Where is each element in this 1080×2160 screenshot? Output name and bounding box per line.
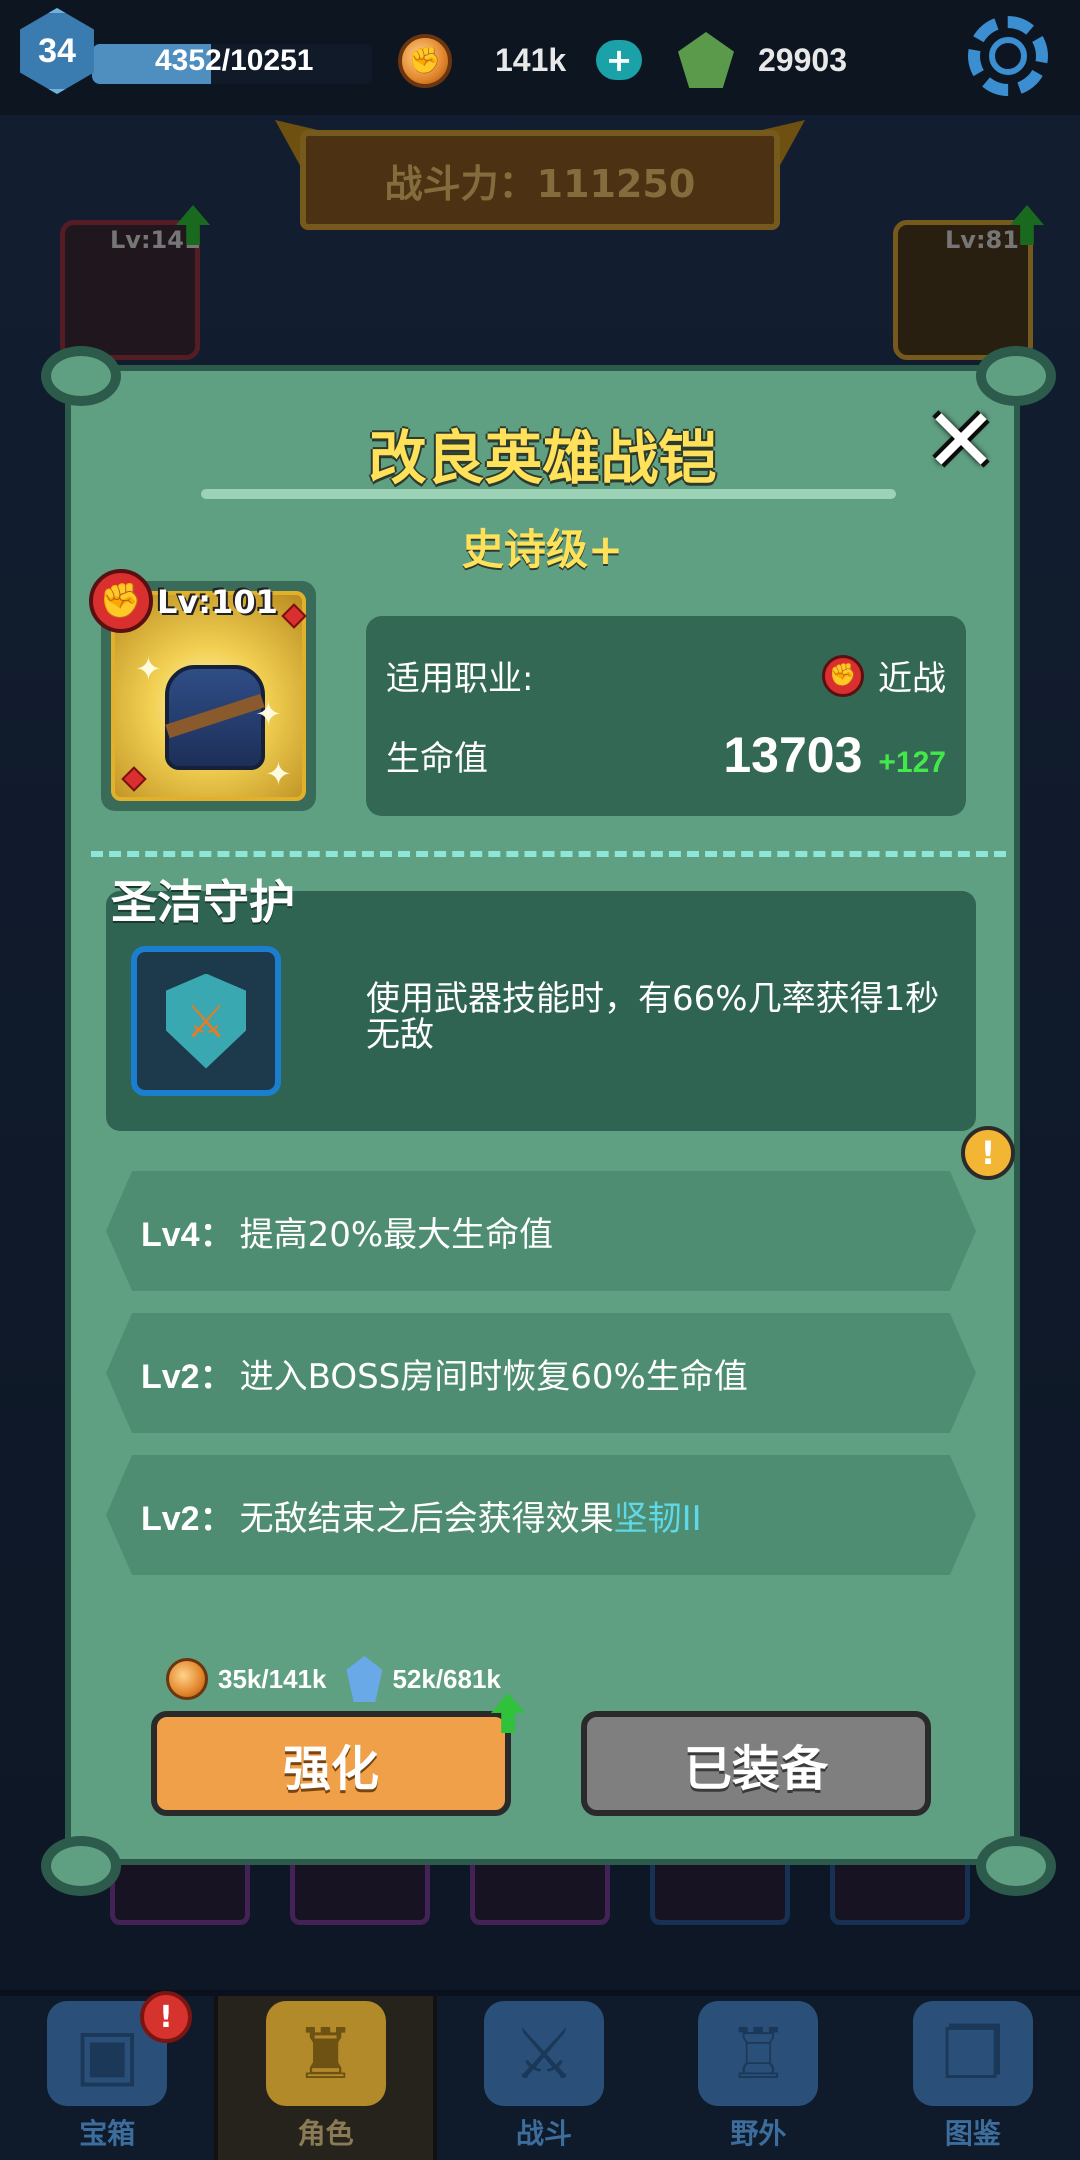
class-row: 适用职业: ✊ 近战 (386, 651, 946, 700)
item-title: 改良英雄战铠 (368, 424, 717, 492)
title-underline-decoration (201, 489, 896, 499)
perk-row: Lv2： 无敌结束之后会获得效果 坚韧II (106, 1455, 976, 1575)
xp-text: 4352/10251 (155, 44, 314, 77)
frame-curl-decoration (41, 1836, 121, 1896)
gem-icon (678, 32, 734, 88)
corner-gem-icon (281, 603, 307, 629)
item-stats-panel: 适用职业: ✊ 近战 生命值 13703 +127 (366, 616, 966, 816)
section-divider (91, 851, 1006, 857)
perk-level: Lv2： (141, 1357, 234, 1396)
alert-icon[interactable]: ! (961, 1126, 1015, 1180)
gem-cost: 52k/681k (346, 1656, 501, 1702)
crossed-swords-shield-icon: ⚔ (166, 973, 246, 1069)
crystal-icon (346, 1656, 383, 1702)
frame-curl-decoration (976, 1836, 1056, 1896)
crossed-swords-icon: ⚔ (484, 2001, 605, 2106)
castle-icon: ♖ (698, 2001, 819, 2106)
nav-label: 图鉴 (944, 2117, 1001, 2150)
nav-label: 野外 (730, 2117, 787, 2150)
sparkle-icon: ✦ (265, 755, 292, 793)
item-rarity: 史诗级+ (461, 525, 624, 574)
coin-icon (166, 1658, 208, 1700)
bottom-nav: ▣ 宝箱 ! ♜ 角色 ⚔ 战斗 ♖ 野外 ❐ 图鉴 (0, 1990, 1080, 2160)
perk-text: 进入BOSS房间时恢复60%生命值 (239, 1356, 748, 1397)
player-level-badge[interactable]: 34 (20, 8, 94, 94)
gem-count: 29903 (758, 42, 847, 78)
nav-label: 战斗 (516, 2117, 573, 2150)
armor-icon (165, 665, 265, 770)
close-button[interactable]: ✕ (921, 397, 1001, 485)
nav-field[interactable]: ♖ 野外 (651, 1996, 865, 2160)
class-value: 近战 (878, 659, 946, 699)
skill-name: 圣洁守护 (111, 875, 295, 929)
perk-text: 无敌结束之后会获得效果 (239, 1498, 614, 1539)
add-coins-button[interactable]: + (596, 40, 642, 80)
player-level: 34 (38, 31, 76, 70)
coin-icon: ✊ (398, 34, 452, 88)
melee-fist-icon: ✊ (822, 654, 864, 697)
top-status-bar: 34 4352/10251 ✊ 141k + 29903 (0, 0, 1080, 115)
sparkle-icon: ✦ (255, 695, 282, 733)
perk-row: Lv2： 进入BOSS房间时恢复60%生命值 (106, 1313, 976, 1433)
perk-level: Lv4： (141, 1215, 234, 1254)
upgrade-costs: 35k/141k 52k/681k (166, 1656, 501, 1702)
equipped-button[interactable]: 已装备 (581, 1711, 931, 1816)
skill-shield-icon[interactable]: ⚔ (131, 946, 281, 1096)
book-icon: ❐ (912, 2001, 1033, 2106)
nav-battle[interactable]: ⚔ 战斗 (437, 1996, 651, 2160)
hp-label: 生命值 (386, 738, 488, 779)
nav-label: 角色 (297, 2117, 354, 2150)
corner-gem-icon (121, 766, 147, 792)
item-level: Lv:101 (157, 583, 278, 621)
hp-bonus: +127 (878, 746, 946, 779)
nav-character[interactable]: ♜ 角色 (214, 1996, 437, 2160)
nav-label: 宝箱 (79, 2117, 136, 2150)
helmet-icon: ♜ (265, 2001, 386, 2106)
coin-cost: 35k/141k (166, 1658, 326, 1700)
skill-description: 使用武器技能时，有66%几率获得1秒无敌 (366, 979, 940, 1055)
sparkle-icon: ✦ (135, 650, 162, 688)
melee-fist-icon: ✊ (89, 569, 153, 633)
class-label: 适用职业: (386, 659, 534, 699)
nav-codex[interactable]: ❐ 图鉴 (866, 1996, 1080, 2160)
hp-value: 13703 (723, 727, 863, 783)
strengthen-button[interactable]: 强化 (151, 1711, 511, 1816)
equipped-label: 已装备 (683, 1740, 828, 1797)
notification-alert-icon: ! (140, 1991, 192, 2043)
perk-highlight: 坚韧II (613, 1498, 702, 1539)
perk-level: Lv2： (141, 1499, 234, 1538)
frame-curl-decoration (41, 346, 121, 406)
perk-text: 提高20%最大生命值 (239, 1214, 554, 1255)
perk-row: Lv4： 提高20%最大生命值 (106, 1171, 976, 1291)
coin-count: 141k (495, 42, 567, 78)
item-detail-modal: 改良英雄战铠 ✕ 史诗级+ ✦ ✦ ✦ ✊ Lv:101 适用职业: ✊ 近战 … (41, 346, 1056, 1896)
gem-cost-text: 52k/681k (392, 1663, 501, 1694)
coin-cost-text: 35k/141k (218, 1663, 327, 1694)
nav-chest[interactable]: ▣ 宝箱 ! (0, 1991, 214, 2160)
item-portrait: ✦ ✦ ✦ ✊ Lv:101 (89, 569, 316, 811)
hp-row: 生命值 13703 +127 (386, 726, 946, 784)
strengthen-label: 强化 (282, 1740, 379, 1797)
settings-gear-icon[interactable] (968, 16, 1048, 96)
